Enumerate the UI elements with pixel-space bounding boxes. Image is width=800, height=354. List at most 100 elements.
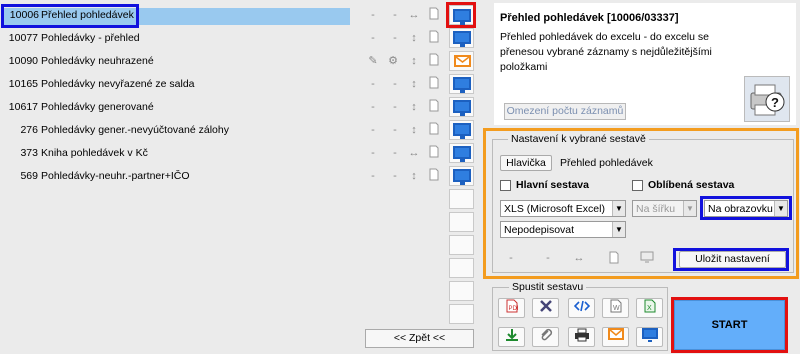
orientation-value: Na šířku [636,203,676,215]
report-row[interactable]: 10165 Pohledávky nevyřazené ze salda - -… [0,74,480,96]
portrait-arrow-icon: ↕ [411,78,417,90]
report-number: 10617 [8,101,38,113]
x-export-icon[interactable] [532,298,559,318]
pdf-export-icon[interactable]: PDF [498,298,525,318]
pdf-icon[interactable] [426,76,442,92]
portrait-arrow-icon: ↕ [411,55,417,67]
report-number: 10165 [8,78,38,90]
favorite-label: Oblíbená sestava [648,179,735,191]
dash-icon: - [371,170,375,182]
landscape-arrow-icon: ↔ [408,9,420,21]
pdf-icon[interactable] [426,122,442,138]
report-title: Pohledávky generované [41,101,154,113]
monitor-icon[interactable] [636,327,663,347]
orientation-select: Na šířku ▼ [632,200,697,217]
printer-help-icon[interactable]: ? [744,76,790,122]
email-icon[interactable] [454,55,471,67]
settings-legend: Nastavení k vybrané sestavě [508,133,649,145]
dash-icon: - [371,147,375,159]
dash-icon: - [546,252,550,264]
monitor-icon[interactable] [453,123,471,139]
report-row[interactable]: 10090 Pohledávky neuhrazené ✎ ⚙ ↕ [0,51,480,73]
email-icon[interactable] [602,327,629,347]
monitor-icon[interactable] [453,169,471,185]
report-number: 10090 [8,55,38,67]
signature-select[interactable]: Nepodepisovat ▼ [500,221,626,238]
monitor-icon[interactable] [453,31,471,47]
pdf-icon[interactable] [426,53,442,69]
pdf-icon[interactable] [426,30,442,46]
chevron-down-icon: ▼ [612,201,625,216]
dash-icon: - [393,9,397,21]
back-button[interactable]: << Zpět << [365,329,474,348]
monitor-icon[interactable] [453,77,471,93]
medal-icon[interactable]: ⚙ [385,53,401,69]
download-icon[interactable] [498,327,525,347]
main-report-label: Hlavní sestava [516,179,589,191]
dash-icon: - [371,9,375,21]
signature-value: Nepodepisovat [504,224,575,236]
dash-icon: - [371,32,375,44]
portrait-arrow-icon: ↕ [411,101,417,113]
dash-icon: - [371,101,375,113]
svg-text:?: ? [771,95,779,110]
svg-text:PDF: PDF [508,306,518,312]
favorite-checkbox[interactable] [632,180,643,191]
empty-output-cell[interactable] [449,258,474,278]
svg-text:W: W [613,305,620,312]
print-icon[interactable] [568,327,595,347]
pdf-icon[interactable] [426,7,442,23]
report-row[interactable]: 569 Pohledávky-neuhr.-partner+IČO - - ↕ [0,166,480,188]
report-number: 569 [20,170,38,182]
main-report-checkbox[interactable] [500,180,511,191]
landscape-arrow-icon: ↔ [573,252,585,264]
report-title: Pohledávky gener.-nevyúčtované zálohy [41,124,229,136]
dash-icon: - [393,32,397,44]
pdf-icon[interactable] [426,145,442,161]
monitor-icon[interactable] [453,146,471,162]
report-row[interactable]: 276 Pohledávky gener.-nevyúčtované záloh… [0,120,480,142]
record-limit-button[interactable]: Omezení počtu záznamů [504,103,626,120]
empty-output-cell[interactable] [449,235,474,255]
attachment-icon[interactable] [532,327,559,347]
report-row[interactable]: 10617 Pohledávky generované - - ↕ [0,97,480,119]
report-list: 10006 Přehled pohledávek - - ↔ 10077 Poh… [0,0,480,354]
dash-icon: - [393,170,397,182]
empty-output-cell[interactable] [449,304,474,324]
report-title: Pohledávky neuhrazené [41,55,154,67]
portrait-arrow-icon: ↕ [411,124,417,136]
selected-row-highlight [1,4,139,28]
dash-icon: - [393,147,397,159]
landscape-arrow-icon: ↔ [408,147,420,159]
monitor-gray-icon [639,251,655,267]
format-select[interactable]: XLS (Microsoft Excel) ▼ [500,200,626,217]
destination-highlight [700,196,792,220]
report-number: 276 [20,124,38,136]
dash-icon: - [509,252,513,264]
empty-output-cell[interactable] [449,212,474,232]
empty-output-cell[interactable] [449,189,474,209]
pdf-icon[interactable] [426,168,442,184]
report-title: Pohledávky nevyřazené ze salda [41,78,195,90]
header-button[interactable]: Hlavička [500,155,552,171]
report-title: Kniha pohledávek v Kč [41,147,148,159]
pencil-icon[interactable]: ✎ [365,53,381,69]
report-number: 373 [20,147,38,159]
code-icon[interactable] [568,298,595,318]
dash-icon: - [371,124,375,136]
start-highlight [671,297,788,353]
chevron-down-icon: ▼ [612,222,625,237]
report-row[interactable]: 10077 Pohledávky - přehled - - ↕ [0,28,480,50]
report-info-panel: Přehled pohledávek [10006/03337] Přehled… [494,3,796,125]
excel-icon[interactable]: X [636,298,663,318]
save-highlight [673,248,789,271]
portrait-arrow-icon: ↕ [411,170,417,182]
dash-icon: - [371,78,375,90]
empty-output-cell[interactable] [449,281,474,301]
format-value: XLS (Microsoft Excel) [504,203,605,215]
monitor-icon[interactable] [453,100,471,116]
dash-icon: - [393,101,397,113]
report-row[interactable]: 373 Kniha pohledávek v Kč - - ↔ [0,143,480,165]
pdf-icon[interactable] [426,99,442,115]
word-icon[interactable]: W [602,298,629,318]
